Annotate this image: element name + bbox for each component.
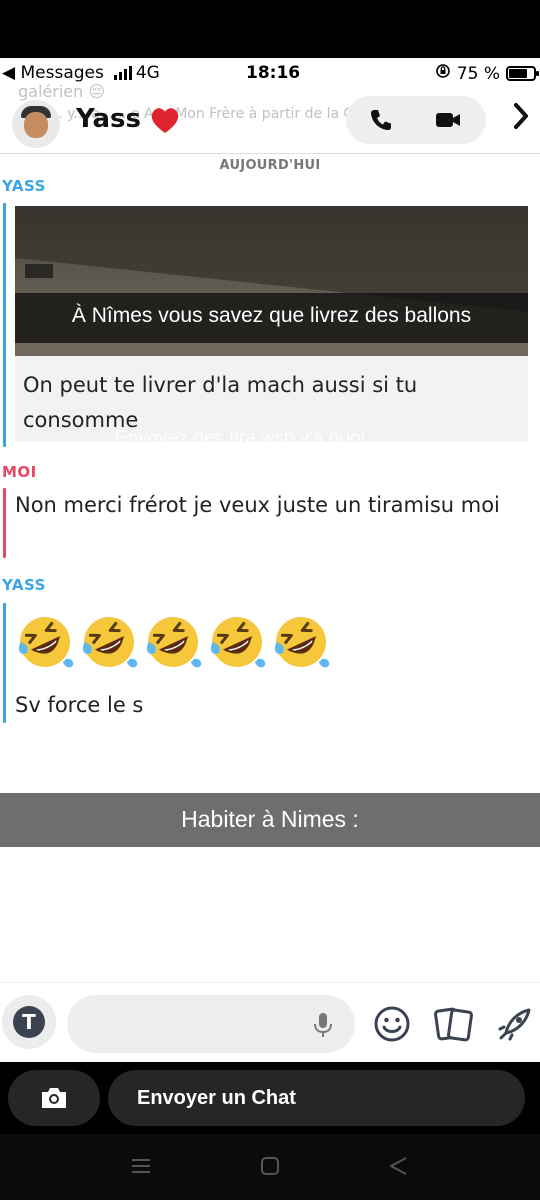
status-right: 75 % <box>435 63 539 84</box>
smiley-icon[interactable] <box>373 1005 411 1043</box>
text-format-button[interactable]: T <box>2 995 56 1049</box>
contact-name[interactable]: Yass <box>76 104 141 134</box>
chat-header: galérien 😔 A... y... a... ...e Aaa.Mon F… <box>0 82 540 156</box>
rolling-laughing-emoji-icon <box>15 612 75 672</box>
snapchat-screen: ◀ Messages 4G 18:16 75 % galérien 😔 A...… <box>0 58 540 1062</box>
call-buttons <box>346 96 486 144</box>
bitmoji-face <box>24 112 48 138</box>
caption-banner: Habiter à Nimes : <box>0 793 540 847</box>
orientation-lock-icon <box>435 63 451 84</box>
message-bar <box>3 603 6 723</box>
rolling-laughing-emoji-icon <box>79 612 139 672</box>
ceiling-fixture <box>25 264 53 278</box>
date-separator: AUJOURD'HUI <box>219 158 321 173</box>
rolling-laughing-emoji-icon <box>143 612 203 672</box>
message-bar <box>3 203 6 447</box>
bottom-action-bar: Envoyer un Chat <box>0 1062 540 1134</box>
send-chat-button[interactable]: Envoyer un Chat <box>108 1070 525 1126</box>
chevron-right-icon[interactable] <box>512 102 530 138</box>
phone-icon[interactable] <box>368 107 394 133</box>
sender-label-me: MOI <box>2 463 37 481</box>
chat-message: Non merci frérot je veux juste un tirami… <box>15 493 500 517</box>
top-black-bar <box>0 0 540 58</box>
snap-caption: À Nîmes vous savez que livrez des ballon… <box>71 304 472 327</box>
emoji-row <box>15 612 331 672</box>
network-label: 4G <box>135 63 160 83</box>
composer-bar: T <box>0 982 540 1062</box>
snap-ghost-text: Envoyez des tira wsh y'a quoi <box>115 428 365 442</box>
signal-icon <box>113 66 132 80</box>
video-call-icon[interactable] <box>434 107 460 133</box>
header-divider <box>0 153 540 154</box>
microphone-icon[interactable] <box>312 1011 334 1039</box>
ghost-overlay-text-1: galérien 😔 <box>18 82 106 101</box>
chat-message: Sv force le s <box>15 693 144 717</box>
back-to-messages[interactable]: ◀ Messages 4G <box>2 63 160 83</box>
camera-icon <box>39 1085 69 1115</box>
battery-percent: 75 % <box>456 63 500 84</box>
battery-icon <box>506 66 539 81</box>
android-nav-bar <box>0 1134 540 1200</box>
banner-text: Habiter à Nimes : <box>181 806 359 832</box>
avatar[interactable] <box>12 100 60 148</box>
memories-icon[interactable] <box>434 1005 473 1043</box>
rolling-laughing-emoji-icon <box>207 612 267 672</box>
home-icon[interactable] <box>260 1156 280 1180</box>
clock: 18:16 <box>246 63 301 83</box>
message-bar <box>3 488 6 558</box>
camera-button[interactable] <box>8 1070 100 1126</box>
rocket-icon[interactable] <box>496 1005 534 1043</box>
rolling-laughing-emoji-icon <box>271 612 331 672</box>
back-app-label: ◀ Messages <box>2 63 104 83</box>
recent-apps-icon[interactable] <box>131 1156 151 1180</box>
snap-media[interactable]: À Nîmes vous savez que livrez des ballon… <box>15 206 528 442</box>
heart-icon <box>150 106 180 140</box>
sender-label-yass: YASS <box>2 177 46 195</box>
back-icon[interactable] <box>388 1156 408 1180</box>
sender-label-yass: YASS <box>2 576 46 594</box>
text-t-icon: T <box>13 1006 45 1038</box>
